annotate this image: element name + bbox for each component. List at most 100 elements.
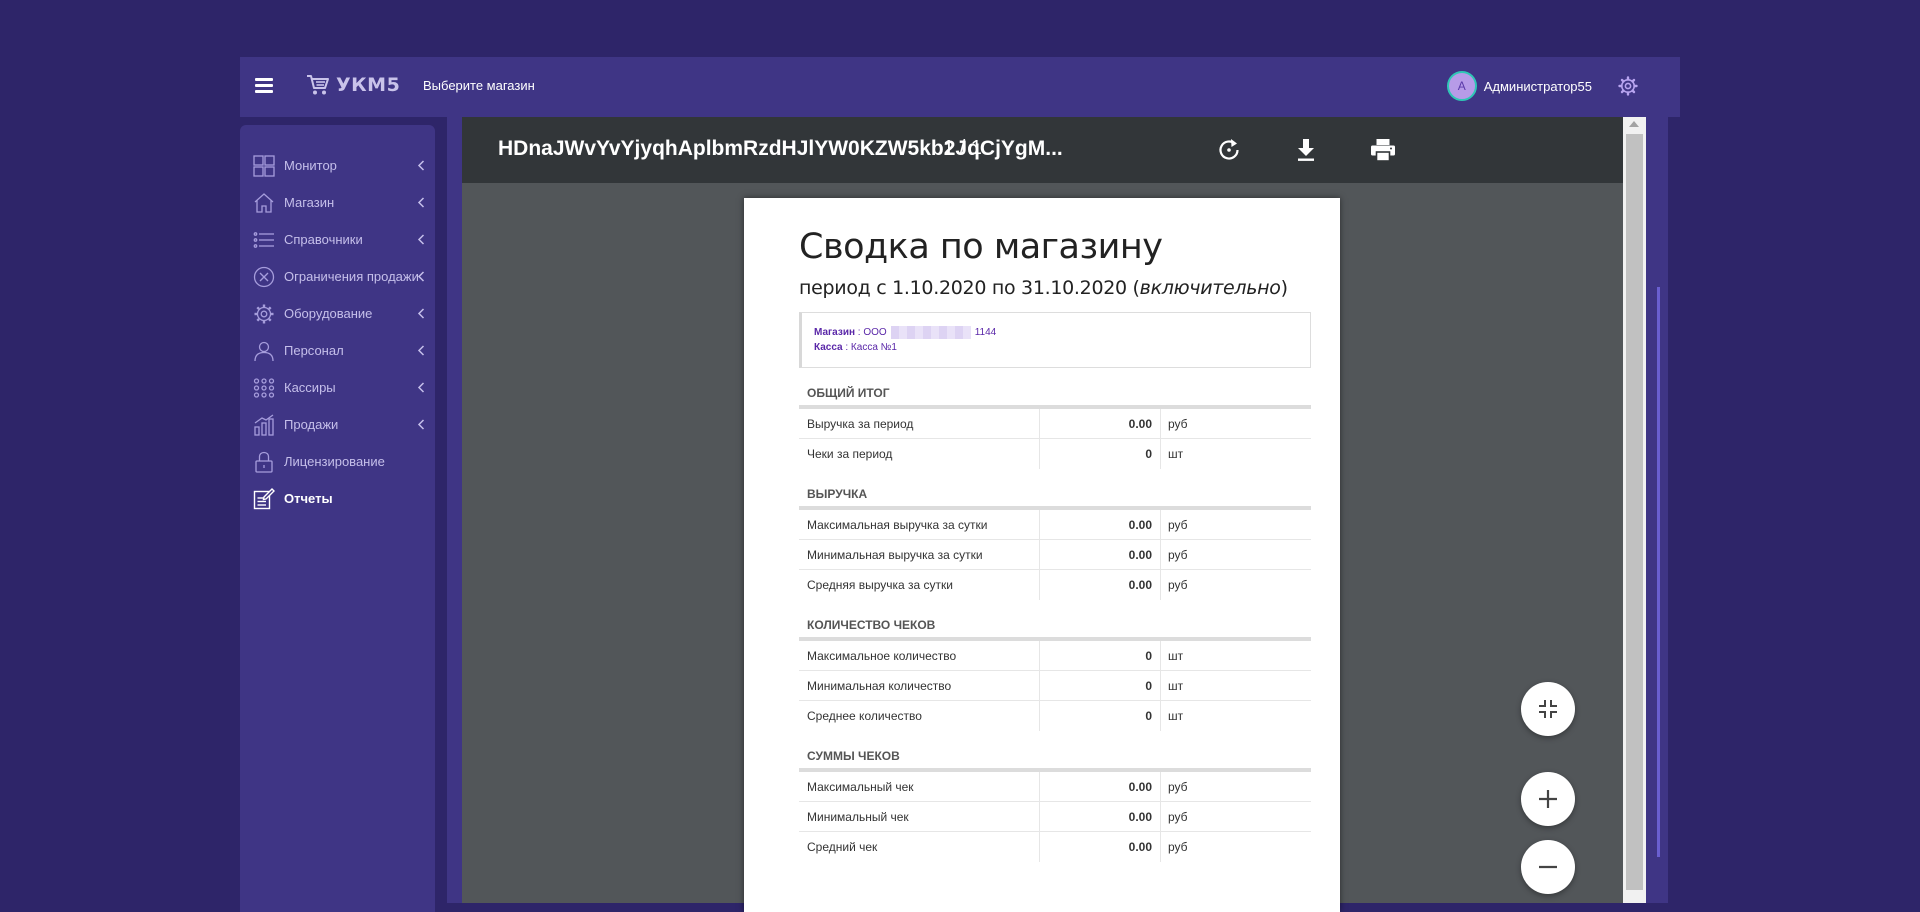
row-unit: руб <box>1168 547 1188 562</box>
row-label: Средний чек <box>799 832 1040 862</box>
store-info-box: Магазин : ООО 1144 Касса : Касса №1 <box>799 312 1311 368</box>
chevron-left-icon <box>417 271 425 282</box>
viewer-frame-edge <box>1646 117 1668 903</box>
row-value: 0 <box>1040 641 1161 670</box>
sidebar-item-directories[interactable]: Справочники <box>240 221 435 258</box>
sidebar-item-label: Монитор <box>284 158 337 173</box>
sidebar-item-label: Оборудование <box>284 306 373 321</box>
section-receipt-count: КОЛИЧЕСТВО ЧЕКОВ Максимальное количество… <box>799 618 1311 731</box>
restriction-icon <box>253 266 275 287</box>
row-label: Среднее количество <box>799 701 1040 731</box>
row-label: Максимальное количество <box>799 641 1040 670</box>
report-period: период с 1.10.2020 по 31.10.2020 (включи… <box>799 277 1311 299</box>
store-select[interactable]: Выберите магазин <box>423 78 535 93</box>
sidebar-item-label: Ограничения продажи <box>284 269 419 284</box>
fit-page-icon <box>1539 700 1557 718</box>
row-value: 0.00 <box>1040 802 1161 831</box>
row-unit: руб <box>1168 779 1188 794</box>
user-name: Администратор55 <box>1483 78 1592 94</box>
sidebar-item-reports[interactable]: Отчеты <box>240 480 435 517</box>
section-title: ОБЩИЙ ИТОГ <box>807 386 890 400</box>
top-header: УКМ5 Выберите магазин A Администратор55 <box>240 57 1680 117</box>
sidebar-item-label: Персонал <box>284 343 344 358</box>
table-row: Выручка за период 0.00 руб <box>799 409 1311 439</box>
cash-label: Касса <box>814 342 843 353</box>
row-unit: шт <box>1168 678 1184 693</box>
row-value: 0.00 <box>1040 570 1161 600</box>
sidebar-item-label: Лицензирование <box>284 454 385 469</box>
section-total: ОБЩИЙ ИТОГ Выручка за период 0.00 руб Чеки… <box>799 386 1311 469</box>
section-title: КОЛИЧЕСТВО ЧЕКОВ <box>807 618 936 632</box>
section-receipt-sums: СУММЫ ЧЕКОВ Максимальный чек 0.00 руб Мини… <box>799 749 1311 862</box>
zoom-in-button[interactable] <box>1521 772 1575 826</box>
row-unit: руб <box>1168 840 1188 854</box>
viewer-frame-edge <box>447 117 462 903</box>
avatar: A <box>1446 71 1477 101</box>
download-icon[interactable] <box>1291 135 1321 165</box>
viewer-toolbar: HDnaJWvYvYjyqhAplbmRzdHJlYW0KZW5kb2JqCjY… <box>462 117 1637 183</box>
row-label: Максимальная выручка за сутки <box>799 510 1040 539</box>
sidebar-item-monitor[interactable]: Монитор <box>240 147 435 184</box>
burger-line <box>255 90 273 93</box>
period-inclusive: включительно <box>1139 277 1281 299</box>
row-unit: руб <box>1168 809 1188 824</box>
sidebar-item-sales[interactable]: Продажи <box>240 406 435 443</box>
viewer-scrollbar[interactable] <box>1623 117 1646 903</box>
sidebar-item-label: Справочники <box>284 232 363 247</box>
user-menu[interactable]: A Администратор55 <box>1446 71 1592 101</box>
table-row: Среднее количество 0 шт <box>799 701 1311 731</box>
table-row: Средний чек 0.00 руб <box>799 832 1311 862</box>
gear-icon[interactable] <box>1618 76 1638 96</box>
table-row: Максимальный чек 0.00 руб <box>799 772 1311 802</box>
redacted-block <box>890 325 971 339</box>
rotate-icon[interactable] <box>1214 135 1244 165</box>
row-unit: шт <box>1168 648 1184 663</box>
sidebar-item-licensing[interactable]: Лицензирование <box>240 443 435 480</box>
row-label: Минимальная количество <box>799 671 1040 700</box>
zoom-out-button[interactable] <box>1521 840 1575 894</box>
menu-toggle-button[interactable] <box>255 78 273 94</box>
sidebar-item-equipment[interactable]: Оборудование <box>240 295 435 332</box>
row-unit: руб <box>1168 578 1188 592</box>
cart-icon <box>307 75 329 95</box>
row-label: Минимальный чек <box>799 802 1040 831</box>
sidebar-item-sale-restrictions[interactable]: Ограничения продажи <box>240 258 435 295</box>
scroll-thumb[interactable] <box>1626 134 1643 890</box>
row-label: Выручка за период <box>799 409 1040 438</box>
row-value: 0 <box>1040 671 1161 700</box>
chevron-left-icon <box>417 419 425 430</box>
row-unit: шт <box>1168 709 1184 723</box>
sidebar-item-staff[interactable]: Персонал <box>240 332 435 369</box>
fit-page-button[interactable] <box>1521 682 1575 736</box>
sidebar-item-label: Продажи <box>284 417 339 432</box>
section-title: ВЫРУЧКА <box>807 487 868 501</box>
row-value: 0.00 <box>1040 540 1161 569</box>
table-row: Средняя выручка за сутки 0.00 руб <box>799 570 1311 600</box>
page-counter: 1 / 1 <box>943 137 982 159</box>
sales-chart-icon <box>254 413 274 436</box>
app-logo[interactable]: УКМ5 <box>306 74 400 96</box>
scroll-up-arrow-icon[interactable] <box>1629 121 1639 127</box>
row-value: 0.00 <box>1040 409 1161 438</box>
sidebar-item-store[interactable]: Магазин <box>240 184 435 221</box>
print-icon[interactable] <box>1368 135 1398 165</box>
table-row: Максимальное количество 0 шт <box>799 641 1311 671</box>
row-unit: руб <box>1168 416 1188 431</box>
sidebar-item-label: Магазин <box>284 195 335 210</box>
burger-line <box>255 78 273 81</box>
burger-line <box>255 84 273 87</box>
period-text: период с 1.10.2020 по 31.10.2020 ( <box>799 277 1140 299</box>
gear-icon <box>254 304 274 323</box>
person-icon <box>254 341 274 361</box>
chevron-left-icon <box>417 345 425 356</box>
table-row: Минимальная количество 0 шт <box>799 671 1311 701</box>
table-row: Минимальный чек 0.00 руб <box>799 802 1311 832</box>
chevron-left-icon <box>417 234 425 245</box>
row-value: 0.00 <box>1040 510 1161 539</box>
dots-grid-icon <box>253 377 275 398</box>
row-label: Минимальная выручка за сутки <box>799 540 1040 569</box>
chevron-left-icon <box>417 382 425 393</box>
sidebar-item-label: Кассиры <box>284 380 336 395</box>
zoom-out-icon <box>1539 865 1557 869</box>
sidebar-item-cashiers[interactable]: Кассиры <box>240 369 435 406</box>
